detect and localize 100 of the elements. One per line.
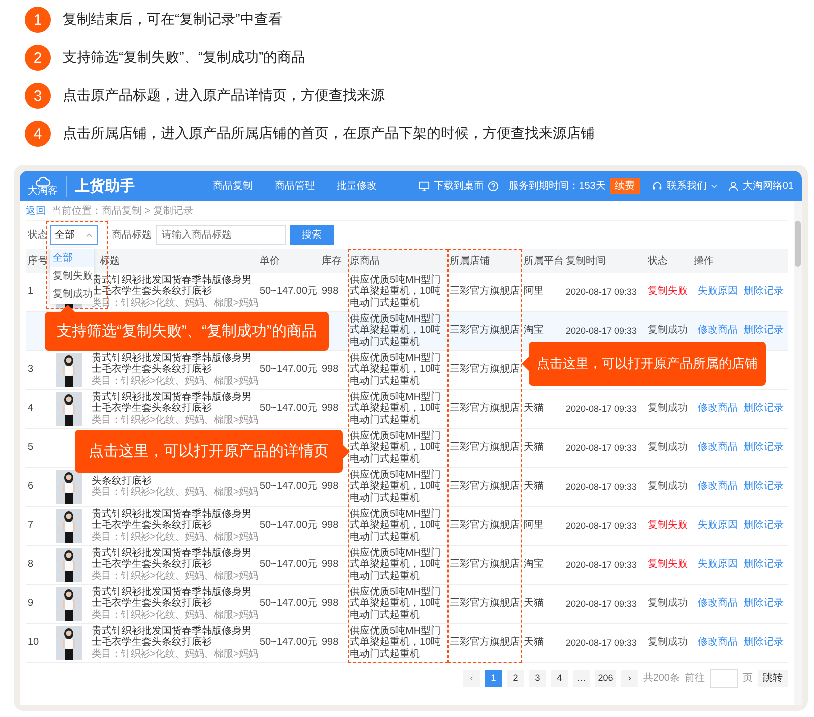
callout: 点击这里，可以打开原产品所属的店铺 xyxy=(529,342,766,386)
monitor-icon xyxy=(419,180,430,192)
platform-text: 淘宝 xyxy=(524,559,544,571)
status-text: 复制成功 xyxy=(648,481,688,493)
page-input[interactable] xyxy=(710,668,738,688)
shop-link[interactable]: 三彩官方旗舰店 xyxy=(450,598,520,610)
help-icon[interactable] xyxy=(488,180,500,192)
source-product-link[interactable]: 供应优质5吨MH型门式单梁起重机，10吨电动门式起重机 xyxy=(350,274,446,310)
row-number: 7 xyxy=(28,520,34,532)
step-number: 1 xyxy=(25,7,51,33)
source-product-link[interactable]: 供应优质5吨MH型门式单梁起重机，10吨电动门式起重机 xyxy=(350,586,446,622)
price-text: 50~147.00元 xyxy=(260,403,318,415)
platform-text: 天猫 xyxy=(524,403,544,415)
status-select[interactable]: 全部 xyxy=(50,225,98,245)
row-number: 4 xyxy=(28,403,34,415)
product-title[interactable]: 贵式针织衫批发国货春季韩版修身男士毛衣学生套头条纹打底衫 xyxy=(92,392,256,415)
expiry-text: 服务到期时间：153天 xyxy=(509,180,606,193)
callout: 支持筛选“复制失败”、“复制成功”的商品 xyxy=(45,312,329,351)
price-text: 50~147.00元 xyxy=(260,364,318,376)
stock-text: 998 xyxy=(322,559,339,571)
jump-button[interactable]: 跳转 xyxy=(758,670,788,686)
price-text: 50~147.00元 xyxy=(260,637,318,649)
status-text: 复制成功 xyxy=(648,325,688,337)
dropdown-option[interactable]: 复制成功 xyxy=(50,285,94,303)
product-category: 类目：针织衫>化纹、妈妈、棉服>妈妈 xyxy=(92,376,256,388)
source-product-link[interactable]: 供应优质5吨MH型门式单梁起重机，10吨电动门式起重机 xyxy=(350,352,446,388)
status-text: 复制成功 xyxy=(648,442,688,454)
column-header: 单价 xyxy=(260,254,280,268)
step-number: 3 xyxy=(25,83,51,109)
product-category: 类目：针织衫>化纹、妈妈、棉服>妈妈 xyxy=(92,648,256,660)
product-category: 类目：针织衫>化纹、妈妈、棉服>妈妈 xyxy=(92,487,256,498)
step-text: 复制结束后，可在“复制记录”中查看 xyxy=(63,11,282,29)
source-product-link[interactable]: 供应优质5吨MH型门式单梁起重机，10吨电动门式起重机 xyxy=(350,470,446,504)
shop-link[interactable]: 三彩官方旗舰店 xyxy=(450,442,520,454)
source-product-link[interactable]: 供应优质5吨MH型门式单梁起重机，10吨电动门式起重机 xyxy=(350,314,446,348)
page-button[interactable]: 206 xyxy=(595,670,616,686)
column-header: 复制时间 xyxy=(566,254,606,268)
source-product-link[interactable]: 供应优质5吨MH型门式单梁起重机，10吨电动门式起重机 xyxy=(350,430,446,466)
breadcrumb-path: 当前位置：商品复制 > 复制记录 xyxy=(52,204,194,218)
status-text: 复制失败 xyxy=(648,559,688,571)
page-button[interactable]: 3 xyxy=(529,670,546,686)
status-text: 复制失败 xyxy=(648,286,688,298)
column-header: 库存 xyxy=(322,254,342,268)
product-title[interactable]: 贵式针织衫批发国货春季韩版修身男士毛衣学生套头条纹打底衫 xyxy=(92,626,256,649)
shop-link[interactable]: 三彩官方旗舰店 xyxy=(450,325,520,337)
column-header: 所属平台 xyxy=(524,254,564,268)
row-number: 1 xyxy=(28,286,34,298)
shop-link[interactable]: 三彩官方旗舰店 xyxy=(450,559,520,571)
copy-time: 2020-08-17 09:33 xyxy=(566,442,638,454)
page-button[interactable]: 2 xyxy=(507,670,524,686)
source-product-link[interactable]: 供应优质5吨MH型门式单梁起重机，10吨电动门式起重机 xyxy=(350,392,446,426)
product-title[interactable]: 贵式针织衫批发国货春季韩版修身男士毛衣学生套头条纹打底衫 xyxy=(92,586,256,610)
page-button[interactable]: … xyxy=(573,670,590,686)
stock-text: 998 xyxy=(322,520,339,532)
row-number: 8 xyxy=(28,559,34,571)
platform-text: 阿里 xyxy=(524,520,544,532)
page-button[interactable]: 4 xyxy=(551,670,568,686)
shop-link[interactable]: 三彩官方旗舰店 xyxy=(450,481,520,493)
shop-link[interactable]: 三彩官方旗舰店 xyxy=(450,286,520,298)
product-title[interactable]: 贵式针织衫批发国货春季韩版修身男士毛衣学生套头条纹打底衫 xyxy=(92,352,256,376)
price-text: 50~147.00元 xyxy=(260,481,318,493)
stock-text: 998 xyxy=(322,637,339,649)
price-text: 50~147.00元 xyxy=(260,520,318,532)
source-product-link[interactable]: 供应优质5吨MH型门式单梁起重机，10吨电动门式起重机 xyxy=(350,548,446,582)
shop-link[interactable]: 三彩官方旗舰店 xyxy=(450,364,520,376)
status-text: 复制成功 xyxy=(648,637,688,649)
caret-icon xyxy=(710,184,718,188)
shop-link[interactable]: 三彩官方旗舰店 xyxy=(450,637,520,649)
step-number: 4 xyxy=(25,121,51,147)
app-title: 上货助手 xyxy=(75,176,135,196)
product-category: 类目：针织衫>化纹、妈妈、棉服>妈妈 xyxy=(92,532,256,544)
goto-label: 前往 xyxy=(685,672,705,685)
cloud-icon xyxy=(35,176,51,186)
scrollbar[interactable] xyxy=(794,201,802,705)
source-product-link[interactable]: 供应优质5吨MH型门式单梁起重机，10吨电动门式起重机 xyxy=(350,508,446,544)
copy-time: 2020-08-17 09:33 xyxy=(566,560,638,570)
column-header: 序号 xyxy=(28,254,48,268)
shop-link[interactable]: 三彩官方旗舰店 xyxy=(450,403,520,415)
row-number: 6 xyxy=(28,481,34,493)
product-title[interactable]: 贵式针织衫批发国货春季韩版修身男士毛衣学生套头条纹打底衫 xyxy=(92,508,256,532)
next-page-button[interactable]: › xyxy=(621,670,638,686)
row-number: 10 xyxy=(28,637,40,649)
platform-text: 天猫 xyxy=(524,442,544,454)
dropdown-option[interactable]: 复制失败 xyxy=(50,267,94,285)
product-title[interactable]: 贵式针织衫批发国货春季韩版修身男士毛衣学生套头条纹打底衫 xyxy=(92,548,256,571)
product-category: 类目：针织衫>化纹、妈妈、棉服>妈妈 xyxy=(92,570,256,582)
title-input[interactable]: 请输入商品标题 xyxy=(156,225,286,245)
copy-time: 2020-08-17 09:33 xyxy=(566,286,638,298)
source-product-link[interactable]: 供应优质5吨MH型门式单梁起重机，10吨电动门式起重机 xyxy=(350,626,446,660)
copy-time: 2020-08-17 09:33 xyxy=(566,482,638,492)
page-unit: 页 xyxy=(743,672,753,685)
step-text: 点击所属店铺，进入原产品所属店铺的首页，在原产品下架的时候，方便查找来源店铺 xyxy=(63,125,595,143)
caret-icon xyxy=(86,232,93,238)
column-header: 所属店铺 xyxy=(450,254,490,268)
stock-text: 998 xyxy=(322,481,339,493)
shop-link[interactable]: 三彩官方旗舰店 xyxy=(450,520,520,532)
column-header: 状态 xyxy=(648,254,668,268)
product-title[interactable]: 头条纹打底衫 xyxy=(92,476,256,487)
total-count: 共200条 xyxy=(643,672,680,685)
column-header: 标题 xyxy=(100,254,120,268)
